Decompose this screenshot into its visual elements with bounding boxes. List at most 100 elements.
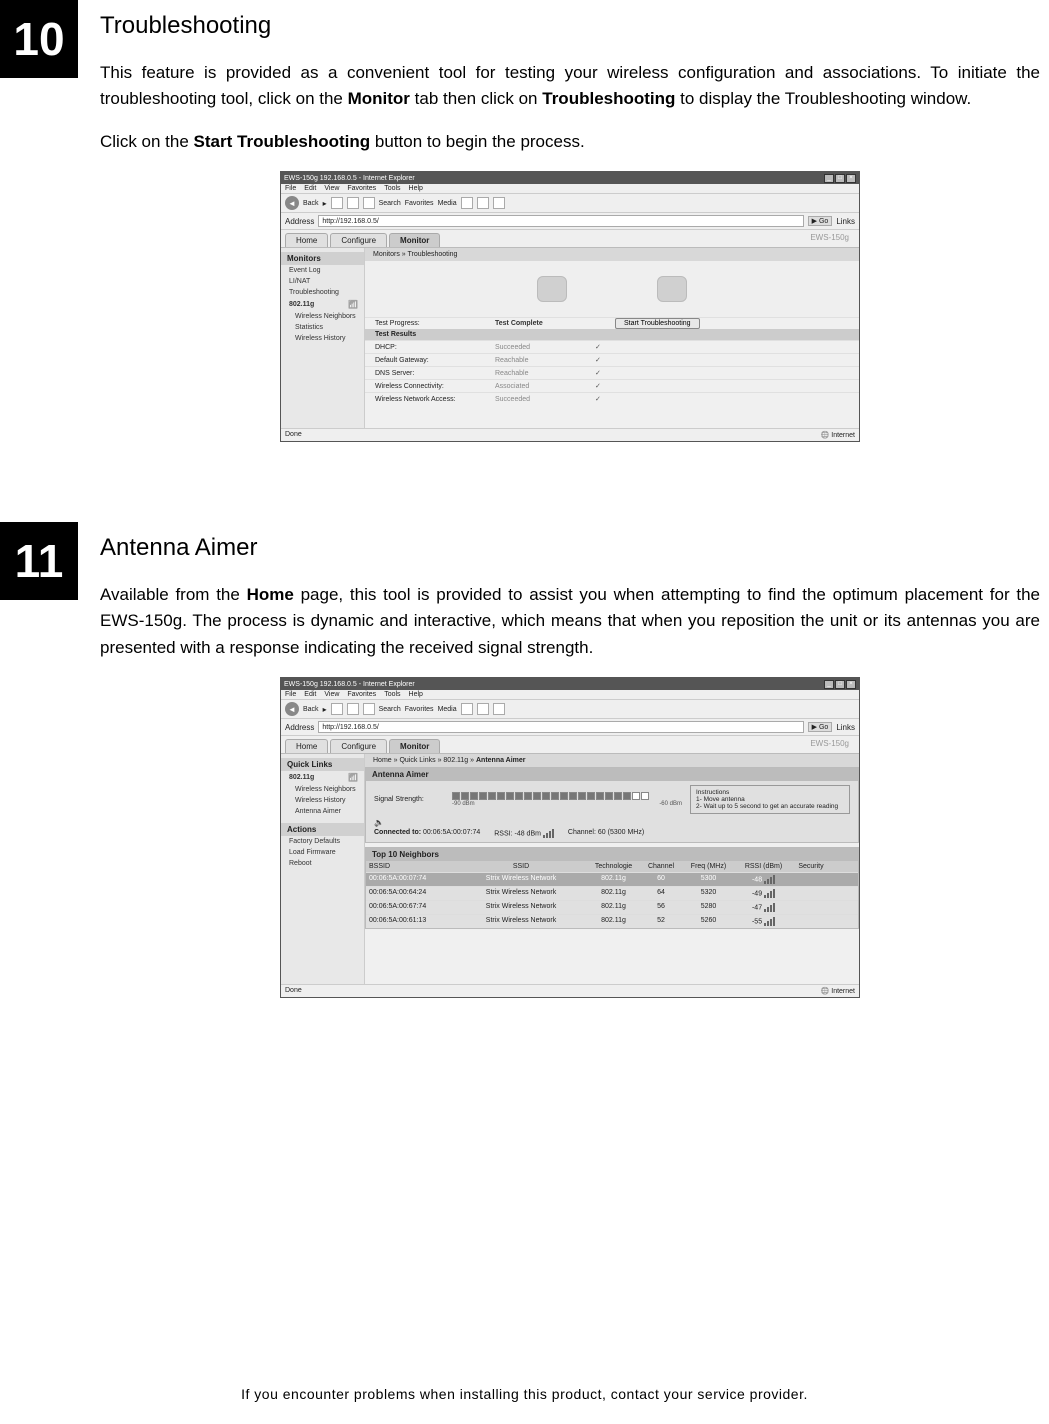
home-icon[interactable] bbox=[363, 197, 375, 209]
status-done: Done bbox=[285, 987, 302, 995]
menu-edit[interactable]: Edit bbox=[304, 691, 316, 698]
close-icon[interactable]: × bbox=[846, 174, 856, 183]
mail-icon[interactable] bbox=[477, 703, 489, 715]
back-icon[interactable]: ◄ bbox=[285, 702, 299, 716]
refresh-icon[interactable] bbox=[347, 197, 359, 209]
refresh-icon[interactable] bbox=[347, 703, 359, 715]
signal-cell bbox=[515, 792, 523, 800]
links-label[interactable]: Links bbox=[836, 723, 855, 732]
cell-ssid: Strix Wireless Network bbox=[456, 901, 586, 914]
text: button to begin the process. bbox=[370, 132, 585, 151]
result-value: Associated bbox=[495, 383, 595, 390]
window-title: EWS-150g 192.168.0.5 - Internet Explorer bbox=[284, 681, 415, 688]
sidebar-item-wireless-neighbors[interactable]: Wireless Neighbors bbox=[281, 311, 364, 322]
go-button[interactable]: ▶ Go bbox=[808, 216, 833, 226]
menu-help[interactable]: Help bbox=[409, 185, 423, 192]
favorites-label[interactable]: Favorites bbox=[405, 706, 434, 713]
maximize-icon[interactable]: □ bbox=[835, 174, 845, 183]
back-icon[interactable]: ◄ bbox=[285, 196, 299, 210]
speaker-icon[interactable]: 🔈 bbox=[366, 818, 858, 827]
sidebar-item-statistics[interactable]: Statistics bbox=[281, 322, 364, 333]
table-row[interactable]: 00:06:5A:00:67:74Strix Wireless Network8… bbox=[366, 900, 858, 914]
result-row: DNS Server:Reachable✓ bbox=[365, 366, 859, 379]
tab-configure[interactable]: Configure bbox=[330, 233, 387, 247]
text: Available from the bbox=[100, 585, 247, 604]
table-row[interactable]: 00:06:5A:00:64:24Strix Wireless Network8… bbox=[366, 886, 858, 900]
tab-monitor[interactable]: Monitor bbox=[389, 739, 440, 753]
signal-cell bbox=[605, 792, 613, 800]
result-label: Wireless Connectivity: bbox=[375, 383, 495, 390]
home-icon[interactable] bbox=[363, 703, 375, 715]
mail-icon[interactable] bbox=[477, 197, 489, 209]
print-icon[interactable] bbox=[493, 197, 505, 209]
menu-view[interactable]: View bbox=[324, 185, 339, 192]
minimize-icon[interactable]: _ bbox=[824, 174, 834, 183]
search-label[interactable]: Search bbox=[379, 706, 401, 713]
sidebar-item-reboot[interactable]: Reboot bbox=[281, 858, 364, 869]
stop-icon[interactable] bbox=[331, 197, 343, 209]
signal-cell bbox=[560, 792, 568, 800]
menu-file[interactable]: File bbox=[285, 691, 296, 698]
menu-tools[interactable]: Tools bbox=[384, 691, 400, 698]
forward-icon[interactable]: ▸ bbox=[323, 705, 327, 714]
menu-help[interactable]: Help bbox=[409, 691, 423, 698]
scale-min: -90 dBm bbox=[452, 801, 475, 807]
table-row[interactable]: 00:06:5A:00:61:13Strix Wireless Network8… bbox=[366, 914, 858, 928]
check-icon: ✓ bbox=[595, 382, 601, 390]
table-row[interactable]: 00:06:5A:00:07:74Strix Wireless Network8… bbox=[366, 872, 858, 886]
cell-tech: 802.11g bbox=[586, 887, 641, 900]
go-button[interactable]: ▶ Go bbox=[808, 722, 833, 732]
sidebar-item-wireless-history[interactable]: Wireless History bbox=[281, 333, 364, 344]
start-troubleshooting-button[interactable]: Start Troubleshooting bbox=[615, 318, 700, 329]
print-icon[interactable] bbox=[493, 703, 505, 715]
sidebar-item-troubleshooting[interactable]: Troubleshooting bbox=[281, 287, 364, 298]
menu-file[interactable]: File bbox=[285, 185, 296, 192]
th-ssid: SSID bbox=[456, 861, 586, 872]
sidebar-item-wireless-history[interactable]: Wireless History bbox=[281, 795, 364, 806]
sidebar-item-load-firmware[interactable]: Load Firmware bbox=[281, 847, 364, 858]
section-title: Antenna Aimer bbox=[100, 534, 1040, 562]
minimize-icon[interactable]: _ bbox=[824, 680, 834, 689]
menu-favorites[interactable]: Favorites bbox=[347, 691, 376, 698]
tab-configure[interactable]: Configure bbox=[330, 739, 387, 753]
search-label[interactable]: Search bbox=[379, 200, 401, 207]
address-input[interactable]: http://192.168.0.5/ bbox=[318, 721, 803, 733]
back-label[interactable]: Back bbox=[303, 706, 319, 713]
signal-cell bbox=[641, 792, 649, 800]
menu-tools[interactable]: Tools bbox=[384, 185, 400, 192]
stop-icon[interactable] bbox=[331, 703, 343, 715]
sidebar-item-radio[interactable]: 802.11g 📶 bbox=[281, 771, 364, 784]
history-icon[interactable] bbox=[461, 703, 473, 715]
history-icon[interactable] bbox=[461, 197, 473, 209]
address-input[interactable]: http://192.168.0.5/ bbox=[318, 215, 803, 227]
menu-favorites[interactable]: Favorites bbox=[347, 185, 376, 192]
sidebar-item-antenna-aimer[interactable]: Antenna Aimer bbox=[281, 806, 364, 817]
tab-home[interactable]: Home bbox=[285, 739, 328, 753]
maximize-icon[interactable]: □ bbox=[835, 680, 845, 689]
sidebar-item-linat[interactable]: LI/NAT bbox=[281, 276, 364, 287]
th-chan: Channel bbox=[641, 861, 681, 872]
menu-view[interactable]: View bbox=[324, 691, 339, 698]
tab-home[interactable]: Home bbox=[285, 233, 328, 247]
menu-edit[interactable]: Edit bbox=[304, 185, 316, 192]
result-label: DHCP: bbox=[375, 344, 495, 351]
sidebar-item-eventlog[interactable]: Event Log bbox=[281, 265, 364, 276]
cell-bssid: 00:06:5A:00:64:24 bbox=[366, 887, 456, 900]
tab-monitor[interactable]: Monitor bbox=[389, 233, 440, 247]
forward-icon[interactable]: ▸ bbox=[323, 199, 327, 208]
sidebar-item-radio[interactable]: 802.11g 📶 bbox=[281, 298, 364, 311]
bars-icon bbox=[543, 829, 554, 838]
toolbar: ◄ Back ▸ Search Favorites Media bbox=[281, 193, 859, 213]
links-label[interactable]: Links bbox=[836, 217, 855, 226]
signal-cell bbox=[497, 792, 505, 800]
sidebar-item-wireless-neighbors[interactable]: Wireless Neighbors bbox=[281, 784, 364, 795]
back-label[interactable]: Back bbox=[303, 200, 319, 207]
sidebar-item-factory-defaults[interactable]: Factory Defaults bbox=[281, 836, 364, 847]
cell-freq: 5280 bbox=[681, 901, 736, 914]
main-pane: Monitors » Troubleshooting Test Progress… bbox=[365, 248, 859, 428]
cell-tech: 802.11g bbox=[586, 873, 641, 886]
favorites-label[interactable]: Favorites bbox=[405, 200, 434, 207]
media-label[interactable]: Media bbox=[438, 706, 457, 713]
media-label[interactable]: Media bbox=[438, 200, 457, 207]
close-icon[interactable]: × bbox=[846, 680, 856, 689]
